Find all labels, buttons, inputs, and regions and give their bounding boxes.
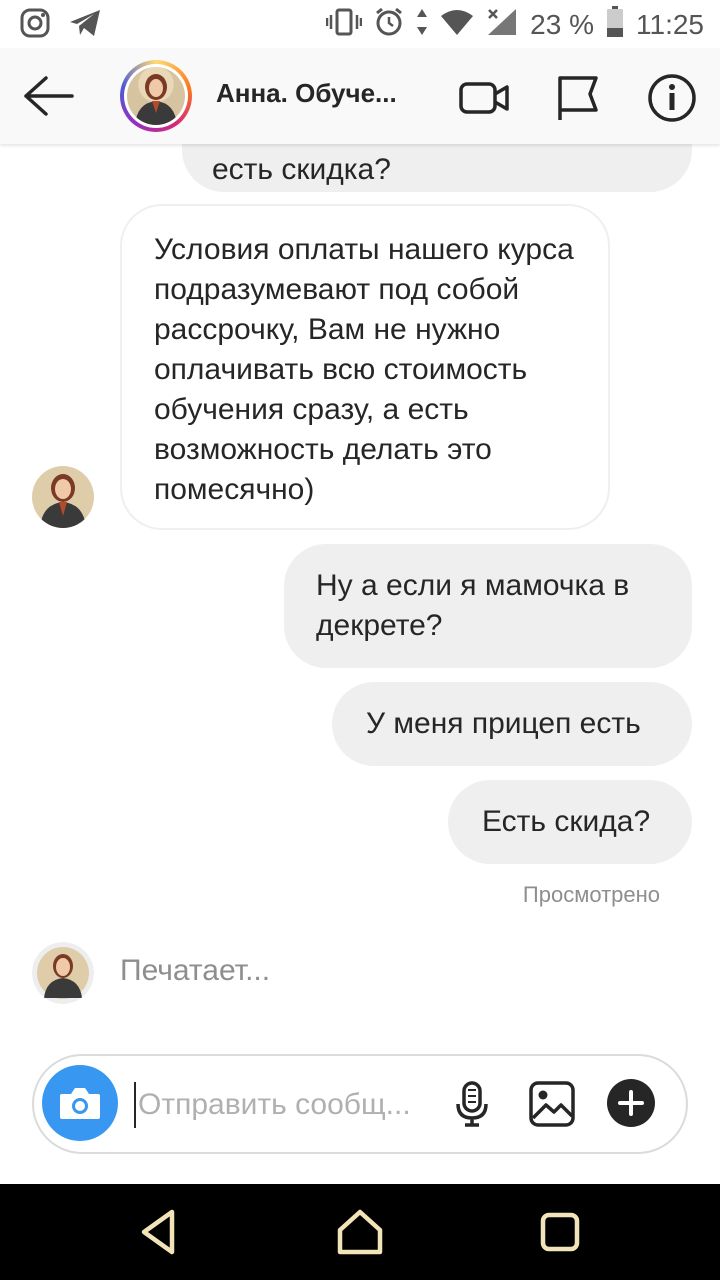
clock: 11:25	[636, 8, 704, 40]
contact-avatar[interactable]	[120, 60, 192, 132]
info-icon	[648, 74, 696, 122]
avatar-photo	[127, 67, 185, 125]
home-icon	[337, 1209, 383, 1255]
battery-icon	[606, 6, 624, 43]
camera-icon	[60, 1088, 100, 1119]
outgoing-message-bubble[interactable]: У меня прицеп есть	[332, 682, 692, 766]
nav-recents-button[interactable]	[534, 1206, 586, 1258]
outgoing-message-bubble[interactable]: Есть скида?	[448, 780, 692, 864]
status-bar: 23 % 11:25	[0, 0, 720, 48]
message-thread[interactable]: есть скидка? Условия оплаты нашего курса…	[0, 144, 720, 1044]
report-button[interactable]	[552, 72, 604, 124]
alarm-icon	[374, 7, 404, 42]
system-navigation-bar	[0, 1184, 720, 1280]
vibrate-icon	[325, 7, 363, 42]
typing-avatar	[32, 942, 94, 1004]
message-text: Есть скида?	[482, 805, 651, 838]
video-call-button[interactable]	[458, 72, 510, 124]
triangle-back-icon	[141, 1209, 175, 1255]
data-transfer-icon	[416, 7, 428, 42]
sender-avatar[interactable]	[32, 466, 94, 528]
nav-home-button[interactable]	[334, 1206, 386, 1258]
message-text: У меня прицеп есть	[366, 707, 641, 740]
battery-percent: 23 %	[530, 8, 594, 40]
back-arrow-icon	[24, 76, 74, 116]
contact-name[interactable]: Анна. Обуче...	[216, 78, 406, 109]
nav-back-button[interactable]	[134, 1206, 186, 1258]
message-text: Условия оплаты нашего курса подразумеваю…	[154, 233, 574, 506]
square-recents-icon	[540, 1212, 580, 1252]
gallery-button[interactable]	[528, 1080, 576, 1128]
instagram-notification-icon	[20, 8, 50, 43]
message-composer	[32, 1054, 688, 1154]
telegram-notification-icon	[68, 8, 102, 43]
typing-indicator: Печатает...	[120, 954, 271, 987]
conversation-header: Анна. Обуче...	[0, 48, 720, 144]
cell-signal-icon	[486, 7, 518, 42]
outgoing-message-bubble[interactable]: Ну а если я мамочка в декрете?	[284, 544, 692, 668]
voice-message-button[interactable]	[448, 1080, 496, 1128]
microphone-icon	[456, 1081, 488, 1127]
message-text: есть скидка?	[212, 153, 391, 186]
flag-icon	[558, 76, 598, 120]
seen-indicator: Просмотрено	[522, 882, 660, 907]
message-text: Ну а если я мамочка в декрете?	[316, 569, 630, 642]
more-options-button[interactable]	[606, 1078, 656, 1128]
info-button[interactable]	[646, 72, 698, 124]
camera-button[interactable]	[42, 1065, 118, 1141]
incoming-message-bubble[interactable]: Условия оплаты нашего курса подразумеваю…	[120, 204, 610, 530]
plus-circle-icon	[607, 1079, 655, 1127]
outgoing-message-bubble[interactable]: есть скидка?	[182, 144, 692, 192]
message-input[interactable]	[134, 1082, 440, 1128]
video-camera-icon	[459, 82, 509, 114]
wifi-icon	[440, 8, 474, 41]
back-button[interactable]	[22, 74, 74, 118]
image-icon	[529, 1081, 575, 1127]
